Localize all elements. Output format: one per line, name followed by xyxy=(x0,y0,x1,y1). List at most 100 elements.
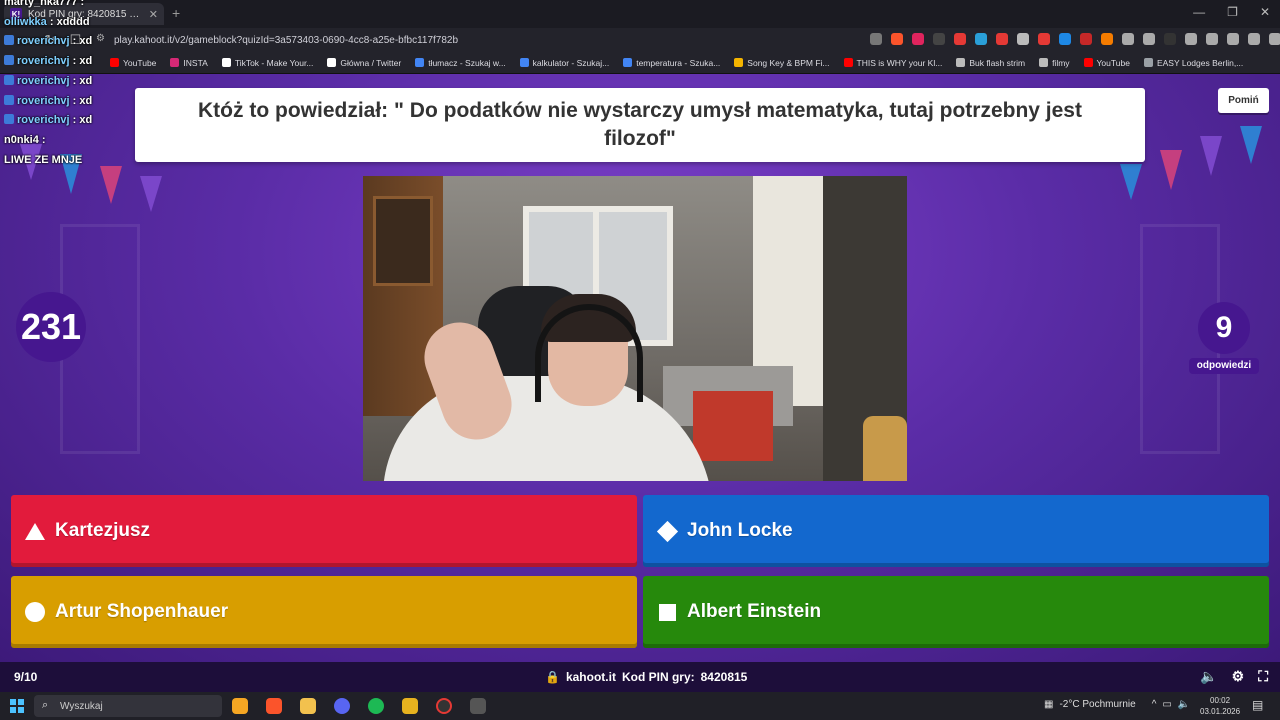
chat-text: : xd xyxy=(69,74,93,87)
clock[interactable]: 00:02 03.01.2026 xyxy=(1200,695,1240,717)
circle-icon xyxy=(25,602,45,622)
bookmark-item[interactable]: kalkulator - Szukaj... xyxy=(519,57,610,68)
screenshot-icon[interactable] xyxy=(1143,33,1155,45)
wallet-icon[interactable] xyxy=(1227,33,1239,45)
close-window-icon[interactable]: ✕ xyxy=(1260,5,1270,19)
site-name: kahoot.it xyxy=(565,670,616,684)
chat-text: LIWE ZE MNJE xyxy=(4,153,83,166)
bookmark-item[interactable]: Song Key & BPM Fi... xyxy=(734,58,830,68)
bookmark-item[interactable]: YouTube xyxy=(110,58,156,68)
volume-tray-icon[interactable]: 🔈 xyxy=(1178,699,1190,710)
file-explorer-icon[interactable] xyxy=(300,698,316,714)
vpn-icon[interactable] xyxy=(1269,33,1280,45)
bookmark-favicon-icon xyxy=(415,58,425,67)
bookmark-favicon-icon xyxy=(956,58,966,67)
bookmark-item[interactable]: Buk flash strim xyxy=(956,58,1025,68)
settings-gear-icon[interactable]: ⚙ xyxy=(1232,668,1245,685)
skip-button[interactable]: Pomiń xyxy=(1218,88,1269,113)
address-bar-row: ‹ › ↻ ☐ ⚙ play.kahoot.it/v2/gameblock?qu… xyxy=(0,28,1280,52)
window-controls: — ❐ ✕ xyxy=(1193,5,1270,19)
chevron-up-icon[interactable]: ^ xyxy=(1152,699,1157,710)
discord-icon[interactable] xyxy=(334,698,350,714)
volume-icon[interactable]: 🔈 xyxy=(1200,668,1217,685)
answer-tile-green[interactable]: Albert Einstein xyxy=(643,576,1269,648)
bunting-flag xyxy=(100,166,122,204)
extension-icon[interactable] xyxy=(1038,33,1050,45)
chat-message: roverichvj : xd xyxy=(4,94,92,107)
bookmark-item[interactable]: Główna / Twitter xyxy=(327,58,401,68)
fullscreen-icon[interactable]: ⛶ xyxy=(1258,668,1268,685)
game-pin-info: 🔒 kahoot.it Kod PIN gry: 8420815 xyxy=(545,670,747,684)
bookmark-item[interactable]: THIS is WHY your Kl... xyxy=(843,58,942,68)
extension-icon[interactable] xyxy=(996,33,1008,45)
bookmark-item[interactable]: tłumacz - Szukaj w... xyxy=(415,58,506,68)
bookmark-item[interactable]: TikTok - Make Your... xyxy=(221,58,313,68)
taskbar-apps xyxy=(232,698,486,714)
windows-start-icon[interactable] xyxy=(10,699,24,713)
obs-icon[interactable] xyxy=(436,698,452,714)
game-stage: Któż to powiedział: " Do podatków nie wy… xyxy=(0,74,1280,662)
leo-ai-icon[interactable] xyxy=(1248,33,1260,45)
answer-text: Kartezjusz xyxy=(55,520,151,541)
chat-text: : xyxy=(38,133,46,146)
close-icon[interactable]: ✕ xyxy=(149,8,158,21)
bookmark-label: INSTA xyxy=(183,57,208,68)
extension-icons xyxy=(870,33,1280,45)
minimize-icon[interactable]: — xyxy=(1193,5,1205,19)
answer-text: John Locke xyxy=(687,520,793,541)
extension-icon[interactable] xyxy=(1101,33,1113,45)
answer-tile-blue[interactable]: John Locke xyxy=(643,495,1269,567)
bunting-flag xyxy=(1200,136,1222,176)
chat-badge-icon xyxy=(4,94,14,105)
extension-icon[interactable] xyxy=(954,33,966,45)
divider-icon xyxy=(1164,33,1176,45)
clock-time: 00:02 xyxy=(1210,696,1231,705)
chat-message: n0nki4 : xyxy=(4,134,46,146)
bunting-flag xyxy=(1120,164,1142,200)
weather-text[interactable]: -2°C Pochmurnie xyxy=(1059,699,1135,710)
restore-icon[interactable]: ❐ xyxy=(1227,5,1238,19)
spotify-icon[interactable] xyxy=(368,698,384,714)
extension-icon[interactable] xyxy=(1059,33,1071,45)
answer-tile-red[interactable]: Kartezjusz xyxy=(11,495,637,567)
url-field[interactable]: ⚙ play.kahoot.it/v2/gameblock?quizId=3a5… xyxy=(90,30,890,50)
chat-username: roverichvj xyxy=(17,114,70,127)
question-progress: 9/10 xyxy=(14,670,38,684)
media-player-icon[interactable] xyxy=(402,698,418,714)
chat-message: roverichvj : xd xyxy=(4,55,92,67)
brave-browser-icon[interactable] xyxy=(266,698,282,714)
bookmark-item[interactable]: INSTA xyxy=(170,57,208,68)
chat-username: olliwkka xyxy=(4,15,47,28)
chat-message: roverichvj : xd xyxy=(4,74,93,87)
bookmark-item[interactable]: EASY Lodges Berlin,... xyxy=(1143,57,1244,68)
brave-shields-icon[interactable] xyxy=(891,33,903,45)
bookmark-item[interactable]: filmy xyxy=(1039,58,1070,68)
chat-text: : xdddd xyxy=(46,15,90,28)
chat-badge-icon xyxy=(4,114,14,125)
extension-icon[interactable] xyxy=(1017,33,1029,45)
new-tab-icon[interactable]: + xyxy=(172,5,180,21)
bookmark-label: temperatura - Szuka... xyxy=(636,57,721,68)
search-placeholder: Wyszukaj xyxy=(60,700,103,712)
app-icon[interactable] xyxy=(470,698,486,714)
notifications-icon[interactable]: ▤ xyxy=(1252,698,1263,712)
bookmark-favicon-icon xyxy=(327,58,337,67)
bookmark-label: kalkulator - Szukaj... xyxy=(532,57,610,68)
bookmark-label: EASY Lodges Berlin,... xyxy=(1156,57,1244,68)
taskbar-search[interactable]: ⌕ Wyszukaj xyxy=(34,695,222,717)
bookmark-item[interactable]: temperatura - Szuka... xyxy=(623,58,720,68)
tray-app-icon[interactable]: ▦ xyxy=(1044,699,1053,710)
chat-badge-icon xyxy=(4,74,14,85)
bookmark-item[interactable]: YouTube xyxy=(1083,58,1130,68)
brave-rewards-icon[interactable] xyxy=(912,33,924,45)
fl-studio-icon[interactable] xyxy=(232,698,248,714)
network-icon[interactable]: ▭ xyxy=(1162,699,1171,710)
answer-tile-yellow[interactable]: Artur Shopenhauer xyxy=(11,576,637,648)
sidebar-icon[interactable] xyxy=(1206,33,1218,45)
bookmark-favicon-icon xyxy=(1039,58,1049,67)
media-icon[interactable] xyxy=(1185,33,1197,45)
extension-icon[interactable] xyxy=(1080,33,1092,45)
share-icon[interactable] xyxy=(870,33,882,45)
extensions-puzzle-icon[interactable] xyxy=(1122,33,1134,45)
extension-icon[interactable] xyxy=(975,33,987,45)
